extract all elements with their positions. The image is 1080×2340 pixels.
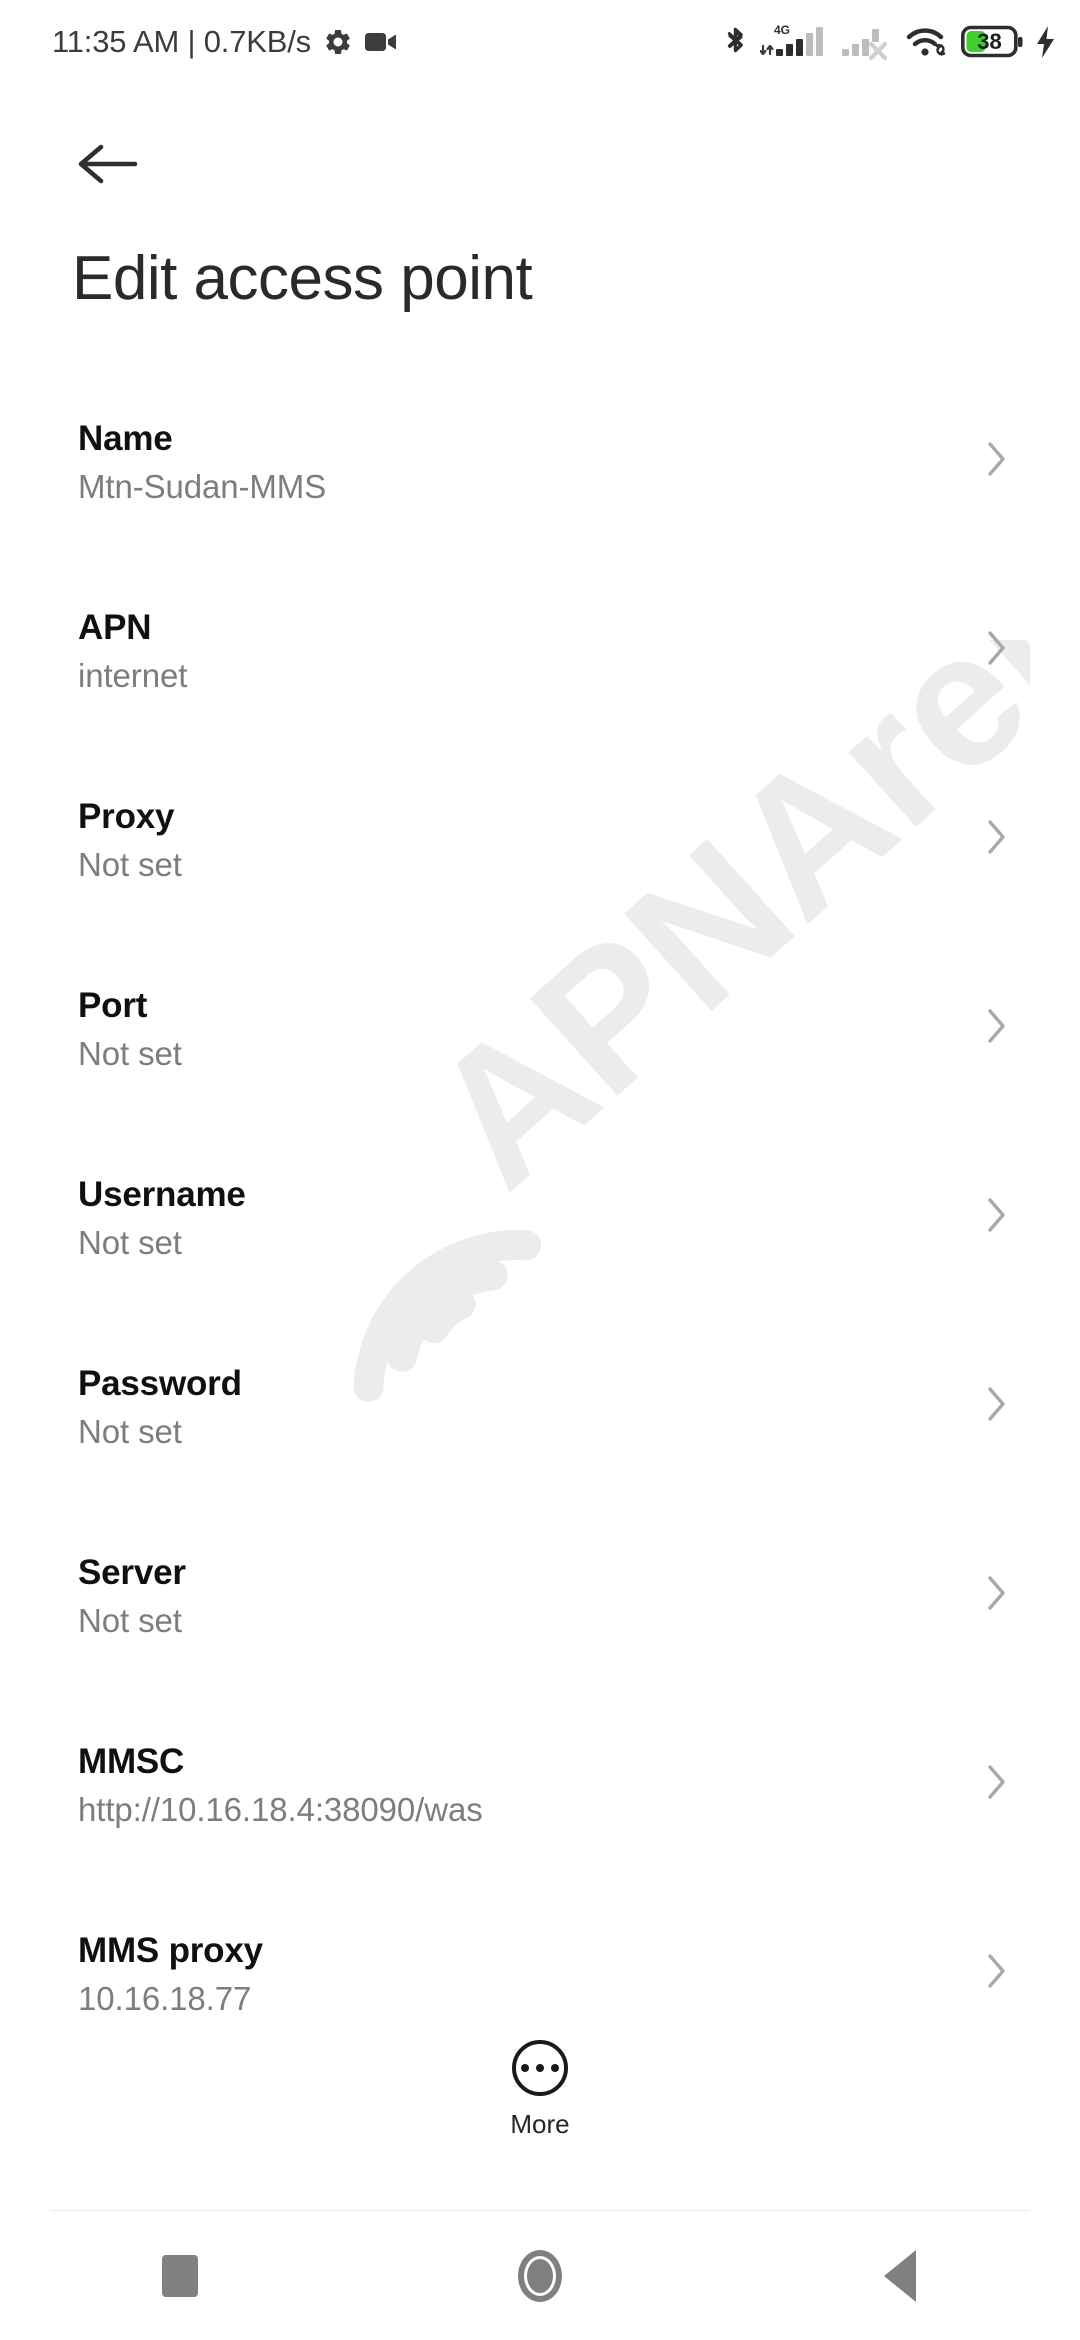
arrow-left-icon — [78, 144, 138, 184]
row-title: Port — [78, 986, 148, 1025]
setting-row-port[interactable]: Port Not set — [0, 965, 1080, 1154]
row-value: Not set — [78, 1035, 182, 1073]
status-clock-and-net-speed: 11:35 AM | 0.7KB/s — [52, 24, 311, 59]
row-value: Not set — [78, 1224, 182, 1262]
more-horizontal-circle-icon — [512, 2040, 568, 2096]
row-value: 10.16.18.77 — [78, 1980, 252, 2018]
nav-home-button[interactable] — [360, 2212, 720, 2340]
row-text: MMS proxy 10.16.18.77 — [78, 1930, 263, 2019]
chevron-right-icon — [986, 1196, 1008, 1234]
bluetooth-icon — [722, 23, 749, 61]
circle-home-icon — [518, 2250, 562, 2302]
chevron-right-icon — [986, 1763, 1008, 1801]
status-bar-right: 4G 38 — [722, 21, 1058, 63]
row-text: Name Mtn-Sudan-MMS — [78, 418, 326, 507]
row-text: APN internet — [78, 607, 187, 696]
wifi-icon — [906, 24, 950, 60]
row-value: Mtn-Sudan-MMS — [78, 468, 327, 506]
setting-row-password[interactable]: Password Not set — [0, 1343, 1080, 1532]
gear-icon — [323, 27, 353, 57]
signal-sim2-no-service-icon — [841, 21, 895, 63]
status-bar: 11:35 AM | 0.7KB/s 4G 38 — [0, 0, 1080, 84]
chevron-right-icon — [986, 440, 1008, 478]
row-title: Server — [78, 1553, 186, 1592]
chevron-right-icon — [986, 1574, 1008, 1612]
chevron-right-icon — [986, 1007, 1008, 1045]
setting-row-name[interactable]: Name Mtn-Sudan-MMS — [0, 398, 1080, 587]
triangle-back-icon — [884, 2250, 916, 2302]
battery-percent-label: 38 — [977, 29, 1002, 54]
nav-recents-button[interactable] — [0, 2212, 360, 2340]
status-bar-left: 11:35 AM | 0.7KB/s — [52, 24, 399, 60]
row-value: Not set — [78, 846, 182, 884]
row-value: internet — [78, 657, 188, 695]
row-title: Name — [78, 419, 173, 458]
row-text: Server Not set — [78, 1552, 186, 1641]
chevron-right-icon — [986, 1385, 1008, 1423]
more-dot — [551, 2064, 559, 2072]
setting-row-server[interactable]: Server Not set — [0, 1532, 1080, 1721]
row-title: MMS proxy — [78, 1931, 263, 1970]
row-text: Username Not set — [78, 1174, 246, 1263]
row-title: MMSC — [78, 1742, 185, 1781]
back-button[interactable] — [62, 118, 154, 210]
setting-row-proxy[interactable]: Proxy Not set — [0, 776, 1080, 965]
charging-bolt-icon — [1034, 25, 1058, 59]
row-text: MMSC http://10.16.18.4:38090/was — [78, 1741, 483, 1830]
more-dot — [521, 2064, 529, 2072]
more-dot — [536, 2064, 544, 2072]
nav-back-button[interactable] — [720, 2212, 1080, 2340]
more-button-label: More — [510, 2109, 570, 2139]
square-recents-icon — [162, 2255, 198, 2297]
setting-row-apn[interactable]: APN internet — [0, 587, 1080, 776]
chevron-right-icon — [986, 1952, 1008, 1990]
row-title: Password — [78, 1364, 242, 1403]
row-title: Proxy — [78, 797, 175, 836]
row-text: Port Not set — [78, 985, 182, 1074]
navigation-bar — [0, 2212, 1080, 2340]
row-title: Username — [78, 1175, 246, 1214]
battery-icon: 38 — [961, 25, 1023, 59]
row-text: Proxy Not set — [78, 796, 182, 885]
chevron-right-icon — [986, 629, 1008, 667]
row-title: APN — [78, 608, 152, 647]
setting-row-username[interactable]: Username Not set — [0, 1154, 1080, 1343]
svg-text:4G: 4G — [774, 23, 790, 37]
phone-screen: APNArena 11:35 AM | 0.7KB/s 4G 38 Edit a… — [0, 0, 1080, 2340]
row-value: Not set — [78, 1413, 182, 1451]
more-button[interactable]: More — [0, 2040, 1080, 2140]
signal-4g-icon: 4G — [760, 21, 830, 63]
settings-list: Name Mtn-Sudan-MMS APN internet Proxy No… — [0, 398, 1080, 2099]
video-camera-icon — [364, 29, 399, 55]
setting-row-mmsc[interactable]: MMSC http://10.16.18.4:38090/was — [0, 1721, 1080, 1910]
page-title: Edit access point — [72, 244, 533, 313]
nav-divider — [50, 2210, 1030, 2211]
row-value: http://10.16.18.4:38090/was — [78, 1791, 483, 1829]
row-text: Password Not set — [78, 1363, 242, 1452]
row-value: Not set — [78, 1602, 182, 1640]
chevron-right-icon — [986, 818, 1008, 856]
